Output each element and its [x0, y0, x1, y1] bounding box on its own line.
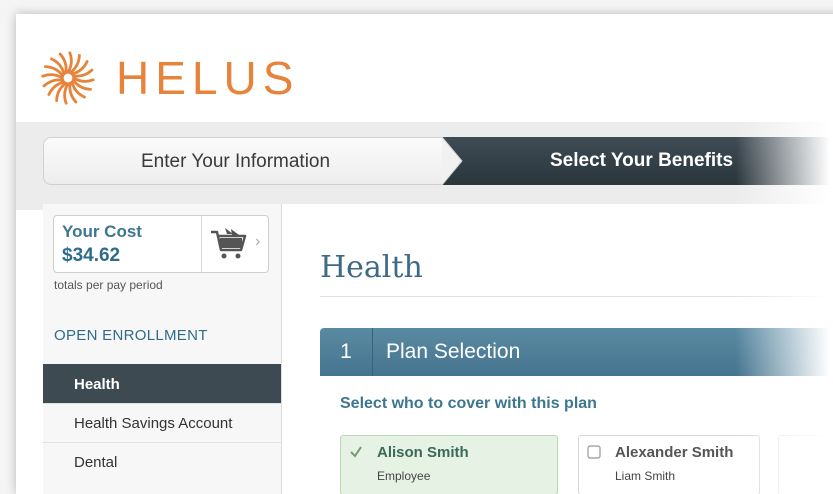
plan-section-title: Plan Selection	[386, 340, 521, 363]
sun-burst-logo-icon	[41, 51, 95, 105]
plan-selection-header[interactable]: 1 Plan Selection	[320, 328, 833, 376]
header: HELUS	[16, 14, 833, 122]
step-arrow-icon	[442, 137, 463, 185]
brand-name: HELUS	[116, 52, 300, 104]
app-window: HELUS Enter Your Information Select Your…	[16, 14, 833, 494]
plan-step-number: 1	[320, 328, 373, 376]
cart-icon[interactable]	[209, 226, 249, 262]
step-label: Enter Your Information	[141, 151, 331, 172]
member-role: Employee	[377, 469, 431, 483]
member-card-faded[interactable]	[778, 435, 833, 494]
cost-label: Your Cost	[62, 222, 142, 241]
step-label: Select Your Benefits	[550, 150, 734, 171]
cost-note: totals per pay period	[54, 278, 163, 292]
title-divider	[320, 296, 833, 297]
cost-divider	[201, 216, 202, 272]
sidebar-item-dental[interactable]: Dental	[43, 442, 281, 481]
main-content: Health 1 Plan Selection Select who to co…	[282, 204, 833, 494]
sidebar: Your Cost $34.62 › totals per pay period…	[43, 204, 282, 494]
step-enter-information[interactable]: Enter Your Information	[43, 137, 463, 185]
checkbox-icon[interactable]	[587, 445, 601, 459]
cost-value: $34.62	[62, 245, 121, 266]
page-title: Health	[320, 250, 423, 285]
checkbox-checked-icon[interactable]	[349, 445, 363, 459]
sidebar-item-health[interactable]: Health	[43, 364, 281, 403]
member-card-alexander-smith[interactable]: Alexander Smith Liam Smith	[578, 435, 760, 494]
member-role: Liam Smith	[615, 469, 676, 483]
step-select-benefits[interactable]: Select Your Benefits	[442, 137, 833, 185]
cost-summary[interactable]: Your Cost $34.62 ›	[53, 215, 269, 273]
member-name: Alexander Smith	[615, 444, 734, 461]
chevron-right-icon: ›	[255, 233, 261, 250]
member-name: Alison Smith	[377, 444, 469, 461]
sidebar-item-health-savings-account[interactable]: Health Savings Account	[43, 403, 281, 442]
section-title: OPEN ENROLLMENT	[54, 327, 208, 344]
cover-question: Select who to cover with this plan	[340, 395, 597, 412]
member-card-alison-smith[interactable]: Alison Smith Employee	[340, 435, 558, 494]
